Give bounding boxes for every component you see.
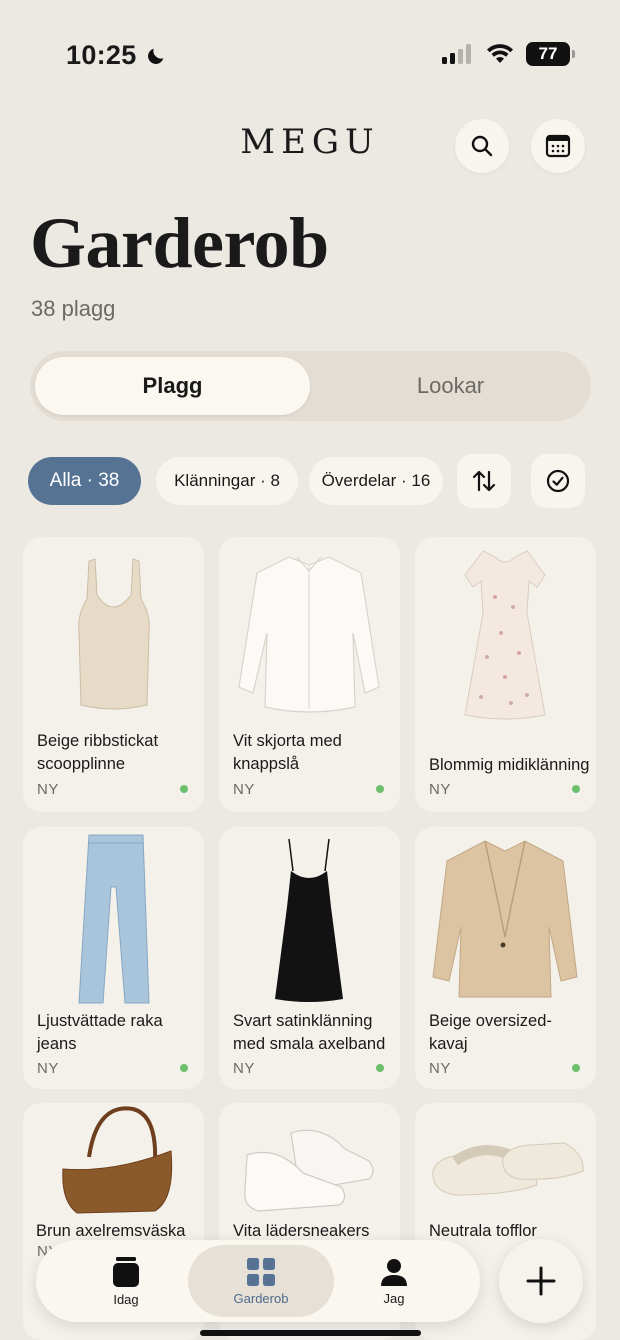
select-button[interactable]: [531, 454, 585, 508]
new-tag: NY: [233, 781, 255, 798]
blazer-image: [432, 840, 578, 998]
new-indicator-dot: [180, 785, 188, 793]
white-shirt-image: [238, 556, 380, 713]
nav-label-wardrobe: Garderob: [233, 1290, 289, 1306]
nav-item-me[interactable]: Jag: [344, 1240, 444, 1322]
jeans-image: [78, 834, 150, 1004]
tank-top-image: [78, 558, 150, 710]
filter-chip-dresses[interactable]: Klänningar · 8: [156, 457, 298, 505]
new-tag: NY: [37, 781, 59, 798]
garment-name: Svart satinklänning med smala axelband: [233, 1012, 386, 1053]
sort-arrows-icon: [472, 470, 496, 492]
garment-name: Beige oversized-kavaj: [429, 1012, 552, 1053]
slides-image: [432, 1142, 584, 1196]
nav-label-today: Idag: [113, 1291, 139, 1307]
check-circle-icon: [546, 469, 570, 493]
add-button[interactable]: [499, 1239, 583, 1323]
new-indicator-dot: [572, 1064, 580, 1072]
filter-chip-tops[interactable]: Överdelar · 16: [309, 457, 443, 505]
status-indicators: 77: [442, 42, 575, 66]
shoulder-bag-image: [62, 1106, 173, 1214]
garment-card[interactable]: Vit skjorta med knappslå NY: [219, 537, 400, 812]
status-bar: 10:25 77: [0, 0, 620, 110]
new-tag: NY: [37, 1060, 59, 1077]
garment-name: Blommig midiklänning: [429, 756, 590, 774]
garment-card[interactable]: Ljustvättade raka jeans NY: [23, 827, 204, 1089]
garment-name: Ljustvättade raka jeans: [37, 1012, 163, 1053]
garment-card[interactable]: Svart satinklänning med smala axelband N…: [219, 827, 400, 1089]
new-indicator-dot: [180, 1064, 188, 1072]
clock: 10:25: [66, 40, 137, 70]
new-indicator-dot: [376, 1064, 384, 1072]
signal-icon: [442, 44, 471, 64]
nav-item-today[interactable]: Idag: [76, 1240, 176, 1322]
new-indicator-dot: [376, 785, 384, 793]
sort-button[interactable]: [457, 454, 511, 508]
new-indicator-dot: [572, 785, 580, 793]
new-tag: NY: [233, 1060, 255, 1077]
new-tag: NY: [429, 1060, 451, 1077]
tab-plagg[interactable]: Plagg: [35, 357, 310, 415]
black-slip-dress-image: [275, 838, 343, 1002]
search-icon: [471, 135, 493, 157]
status-time: 10:25: [66, 40, 167, 71]
floral-dress-image: [464, 550, 546, 720]
calendar-button[interactable]: [531, 119, 585, 173]
bottom-nav: Idag Garderob Jag: [36, 1240, 480, 1322]
garment-card[interactable]: Beige ribbstickat scoopplinne NY: [23, 537, 204, 812]
garment-name: Vit skjorta med knappslå: [233, 732, 342, 773]
calendar-icon: [545, 134, 571, 158]
segmented-control: Plagg Lookar: [30, 351, 591, 421]
brand-logo: MEGU: [240, 122, 380, 162]
garment-name: Neutrala tofflor: [429, 1222, 537, 1240]
moon-icon: [147, 48, 163, 64]
page-title: Garderob: [30, 203, 329, 283]
new-tag: NY: [429, 781, 451, 798]
nav-label-me: Jag: [383, 1290, 405, 1306]
garment-card[interactable]: Beige oversized-kavaj NY: [415, 827, 596, 1089]
search-button[interactable]: [455, 119, 509, 173]
plus-icon: [526, 1266, 556, 1296]
nav-item-wardrobe[interactable]: Garderob: [188, 1245, 334, 1317]
battery-indicator: 77: [526, 42, 575, 66]
sneakers-image: [244, 1129, 374, 1212]
item-count: 38 plagg: [31, 296, 116, 321]
jar-icon: [113, 1256, 139, 1287]
home-indicator[interactable]: [200, 1330, 421, 1336]
garment-name: Beige ribbstickat scoopplinne: [37, 732, 159, 773]
wifi-icon: [487, 44, 513, 63]
tab-lookar[interactable]: Lookar: [313, 357, 588, 415]
filter-chip-all[interactable]: Alla · 38: [28, 457, 141, 505]
person-icon: [381, 1258, 407, 1286]
garment-card[interactable]: Blommig midiklänning NY: [415, 537, 596, 812]
grid-icon: [247, 1257, 275, 1286]
